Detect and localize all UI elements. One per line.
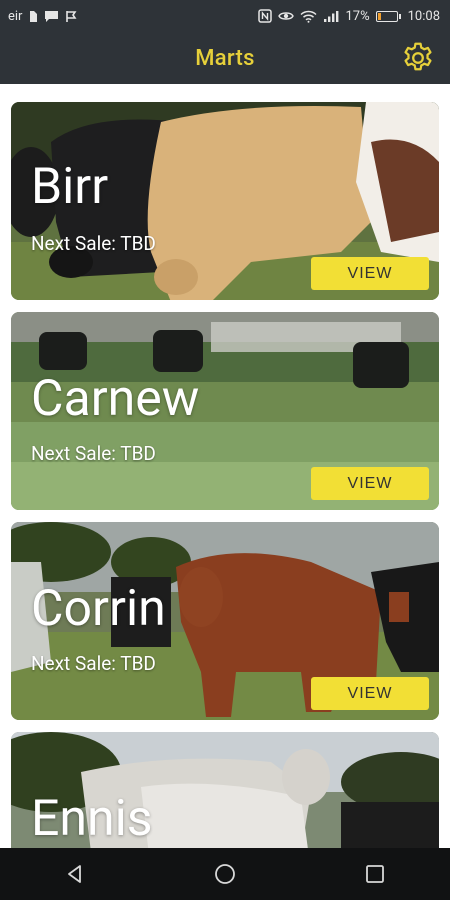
system-nav-bar [0, 848, 450, 900]
mart-name: Birr [31, 158, 109, 216]
next-sale-label: Next Sale: TBD [31, 442, 156, 465]
mart-card-corrin[interactable]: Corrin Next Sale: TBD VIEW [11, 522, 439, 720]
battery-icon [375, 10, 401, 22]
view-button[interactable]: VIEW [311, 467, 429, 500]
recents-icon[interactable] [355, 854, 395, 894]
sim-icon [28, 10, 38, 23]
mart-name: Corrin [31, 580, 166, 638]
signal-icon [323, 10, 339, 23]
mart-name: Ennis [31, 790, 153, 848]
view-button[interactable]: VIEW [311, 677, 429, 710]
mart-name: Carnew [31, 370, 200, 428]
clock: 10:08 [407, 8, 440, 24]
mart-card-ennis[interactable]: Ennis [11, 732, 439, 848]
back-icon[interactable] [55, 854, 95, 894]
view-button[interactable]: VIEW [311, 257, 429, 290]
flag-icon [65, 10, 78, 23]
mart-card-carnew[interactable]: Carnew Next Sale: TBD VIEW [11, 312, 439, 510]
gear-icon[interactable] [400, 40, 436, 76]
message-icon [44, 10, 59, 23]
marts-list[interactable]: Birr Next Sale: TBD VIEW Carnew Next Sal… [0, 84, 450, 848]
next-sale-label: Next Sale: TBD [31, 232, 156, 255]
next-sale-label: Next Sale: TBD [31, 652, 156, 675]
eye-icon [278, 10, 295, 22]
mart-card-birr[interactable]: Birr Next Sale: TBD VIEW [11, 102, 439, 300]
status-bar: eir 17% 10:08 [0, 0, 450, 32]
home-icon[interactable] [205, 854, 245, 894]
page-title: Marts [195, 45, 255, 71]
carrier-label: eir [8, 8, 23, 24]
nfc-icon [258, 9, 273, 23]
wifi-icon [300, 10, 317, 23]
app-bar: Marts [0, 32, 450, 84]
battery-percent: 17% [345, 8, 370, 24]
